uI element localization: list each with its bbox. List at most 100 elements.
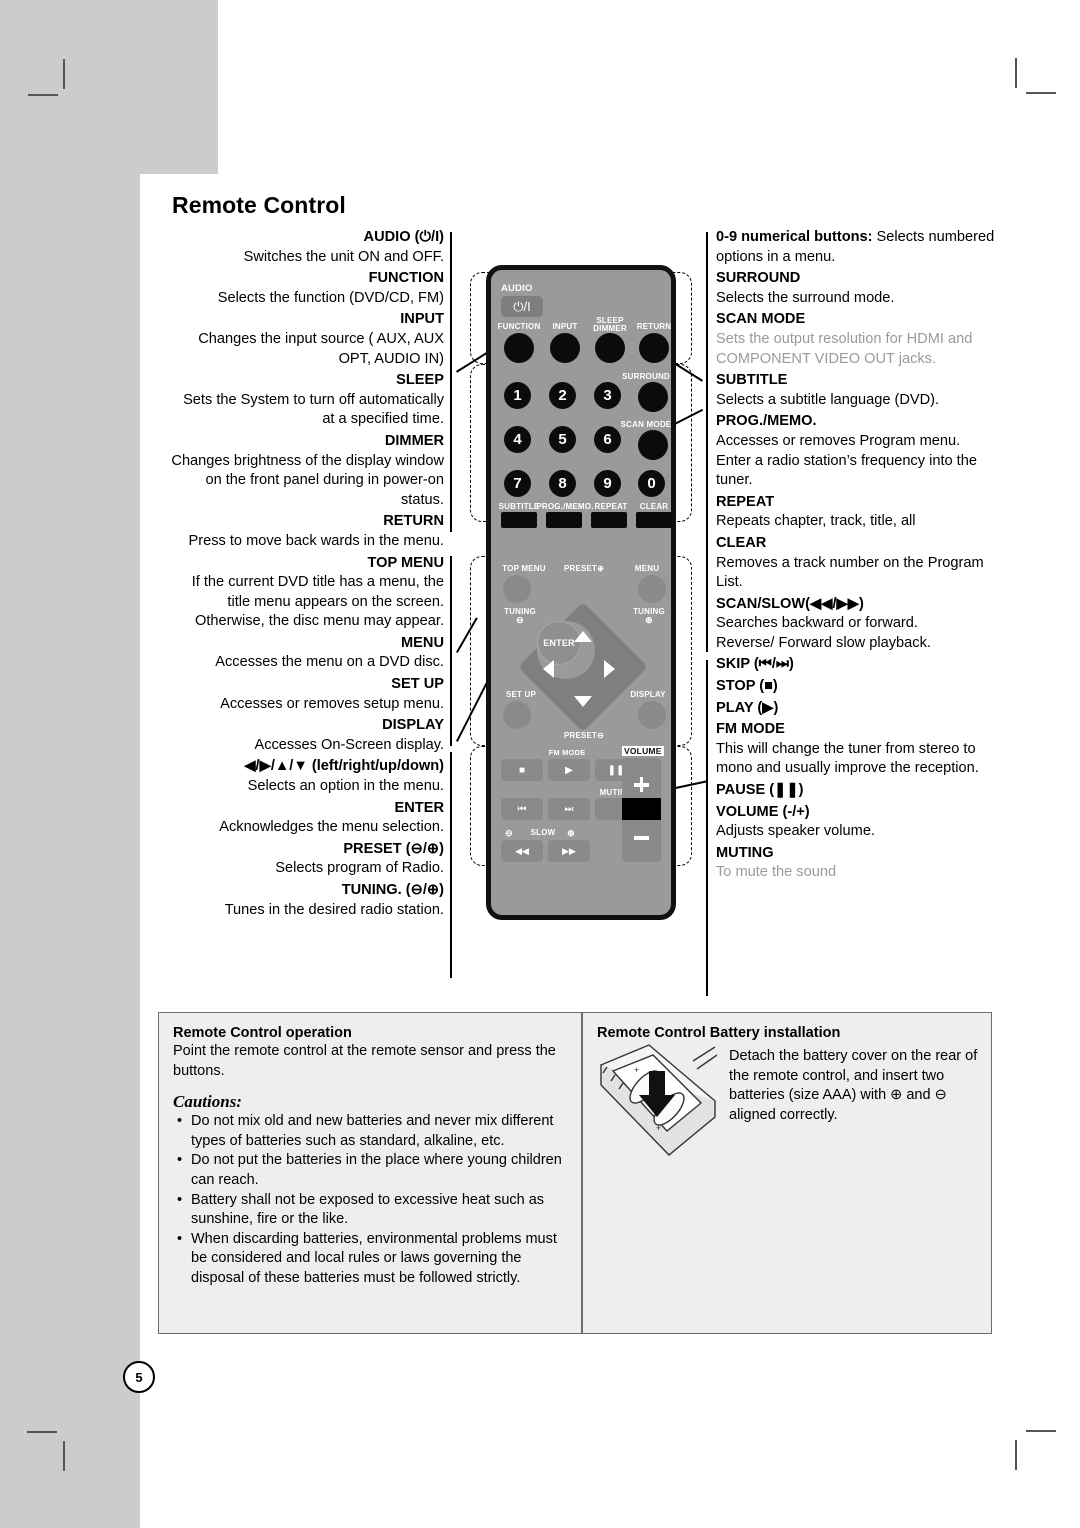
remote-label-slow: SLOW xyxy=(530,828,556,837)
remote-menu-button[interactable] xyxy=(638,575,666,603)
remote-scan-back-button[interactable]: ◀◀ xyxy=(501,840,543,862)
remote-num-3[interactable]: 3 xyxy=(594,382,621,409)
right-entry-body: Adjusts speaker volume. xyxy=(716,823,875,840)
right-entry-body: Searches backward or forward. xyxy=(716,615,918,632)
page-number: 5 xyxy=(123,1361,155,1393)
remote-repeat-button[interactable] xyxy=(591,512,627,528)
remote-return-button[interactable] xyxy=(639,333,669,363)
remote-play-button[interactable]: ▶ xyxy=(548,759,590,781)
remote-set-up-button[interactable] xyxy=(503,701,531,729)
left-entry: SET UP Accesses or removes setup menu. xyxy=(168,675,444,714)
remote-subtitle-button[interactable] xyxy=(501,512,537,528)
remote-scan-forward-button[interactable]: ▶▶ xyxy=(548,840,590,862)
remote-power-button[interactable]: ⏻/I xyxy=(501,296,543,317)
dpad-up-arrow-icon[interactable] xyxy=(574,631,592,642)
remote-top-menu-button[interactable] xyxy=(503,575,531,603)
play-icon: ▶ xyxy=(565,764,573,776)
dpad-left-arrow-icon[interactable] xyxy=(543,660,554,678)
caution-item: Do not mix old and new batteries and nev… xyxy=(177,1112,567,1151)
remote-label-menu: MENU xyxy=(634,564,660,573)
remote-label-prog-memo: PROG./MEMO. xyxy=(536,502,594,511)
gray-bleed-left xyxy=(0,174,140,1528)
remote-num-2[interactable]: 2 xyxy=(549,382,576,409)
remote-surround-button[interactable] xyxy=(638,382,668,412)
remote-label-surround: SURROUND xyxy=(622,372,670,381)
caution-item: Do not put the batteries in the place wh… xyxy=(177,1151,567,1190)
scan-forward-icon: ▶▶ xyxy=(562,845,576,856)
remote-stop-button[interactable]: ■ xyxy=(501,759,543,781)
right-entry: SCAN MODE Sets the output resolution for … xyxy=(716,310,996,369)
remote-clear-button[interactable] xyxy=(636,512,672,528)
gray-bleed-top-left xyxy=(0,0,218,174)
remote-label-set-up: SET UP xyxy=(505,690,537,699)
left-entry: SLEEP Sets the System to turn off automat… xyxy=(168,371,444,430)
dpad-down-arrow-icon[interactable] xyxy=(574,696,592,707)
remote-skip-forward-button[interactable]: ⏭ xyxy=(548,798,590,820)
right-entry-head: REPEAT xyxy=(716,493,775,510)
preset-up-sign: ⊕ xyxy=(597,564,605,573)
remote-skip-back-button[interactable]: ⏮ xyxy=(501,798,543,820)
left-entry-head: TUNING. (⊖/⊕) xyxy=(341,882,444,898)
remote-num-9[interactable]: 9 xyxy=(594,470,621,497)
remote-control-image: AUDIO ⏻/I FUNCTION INPUT SLEEP DIMMER RE… xyxy=(486,265,676,920)
left-entry-head: ENTER xyxy=(394,799,444,816)
remote-num-5[interactable]: 5 xyxy=(549,426,576,453)
right-entry-body: Sets the output resolution for HDMI and … xyxy=(716,330,973,367)
remote-num-6[interactable]: 6 xyxy=(594,426,621,453)
left-entry-body: Accesses or removes setup menu. xyxy=(220,695,444,712)
right-entry-head: SUBTITLE xyxy=(716,372,788,389)
right-entry: PLAY (▶) xyxy=(716,699,996,719)
operation-title: Remote Control operation xyxy=(173,1025,352,1041)
remote-num-7[interactable]: 7 xyxy=(504,470,531,497)
right-entry: MUTING To mute the sound xyxy=(716,844,996,883)
left-entry: PRESET (⊖/⊕) Selects program of Radio. xyxy=(168,840,444,879)
left-entry-body: Accesses On-Screen display. xyxy=(254,736,444,753)
remote-scan-mode-button[interactable] xyxy=(638,430,668,460)
left-entry-head: DIMMER xyxy=(384,432,444,449)
volume-plus-icon-v xyxy=(639,777,644,792)
remote-num-1[interactable]: 1 xyxy=(504,382,531,409)
remote-dpad[interactable]: ENTER xyxy=(515,601,649,733)
battery-installation-figure: + + xyxy=(599,1044,717,1156)
caution-item: When discarding batteries, environmental… xyxy=(177,1230,567,1289)
crop-mark-top-left-h xyxy=(28,94,58,96)
remote-label-slow-plus: ⊕ xyxy=(567,828,575,838)
remote-function-button[interactable] xyxy=(504,333,534,363)
manual-page: 5 Remote Control AUDIO (⏻/I) Switches the… xyxy=(0,0,1080,1528)
remote-num-8[interactable]: 8 xyxy=(549,470,576,497)
right-entry-body: Reverse/ Forward slow playback. xyxy=(716,634,931,651)
right-entry: PAUSE (❚❚) xyxy=(716,781,996,801)
remote-label-preset-up: PRESET⊕ xyxy=(553,564,615,573)
remote-sleep-dimmer-button[interactable] xyxy=(595,333,625,363)
right-entry-body: Removes a track number on the Program Li… xyxy=(716,554,984,591)
right-description-column: 0-9 numerical buttons: Selects numbered … xyxy=(716,228,996,885)
right-entry-head: SCAN/SLOW(◀◀/▶▶) xyxy=(716,595,864,612)
remote-operation-box: Remote Control operation Point the remot… xyxy=(158,1012,582,1334)
remote-display-button[interactable] xyxy=(638,701,666,729)
caution-item: Battery shall not be exposed to excessiv… xyxy=(177,1191,567,1230)
left-entry-body: Selects an option in the menu. xyxy=(247,778,444,795)
crop-mark-bottom-left-h xyxy=(27,1431,57,1433)
divider-right-1 xyxy=(706,232,708,652)
remote-input-button[interactable] xyxy=(550,333,580,363)
right-entry-body: Selects a subtitle language (DVD). xyxy=(716,391,940,408)
right-entry-body: This will change the tuner from stereo t… xyxy=(716,740,979,777)
divider-right-2 xyxy=(706,660,708,996)
remote-enter-button[interactable]: ENTER xyxy=(537,621,581,665)
dpad-right-arrow-icon[interactable] xyxy=(604,660,615,678)
right-entry-body: Accesses or removes Program menu. xyxy=(716,432,961,449)
left-entry-head: SLEEP xyxy=(396,372,444,389)
crop-mark-bottom-right-h xyxy=(1026,1430,1056,1432)
left-entry: TOP MENU If the current DVD title has a m… xyxy=(168,554,444,632)
right-entry: CLEAR Removes a track number on the Progr… xyxy=(716,534,996,593)
remote-num-4[interactable]: 4 xyxy=(504,426,531,453)
remote-label-display: DISPLAY xyxy=(630,690,666,699)
remote-prog-memo-button[interactable] xyxy=(546,512,582,528)
right-entry-head: CLEAR xyxy=(716,534,767,551)
left-entry-head: ◀/▶/▲/▼ (left/right/up/down) xyxy=(244,758,444,775)
right-entry-inline: 0-9 numerical buttons: Selects numbered … xyxy=(716,228,996,267)
remote-num-0[interactable]: 0 xyxy=(638,470,665,497)
left-entry: FUNCTION Selects the function (DVD/CD, FM… xyxy=(168,269,444,308)
left-entry-body: If the current DVD title has a menu, the… xyxy=(191,574,444,630)
crop-mark-top-right-h xyxy=(1026,92,1056,94)
